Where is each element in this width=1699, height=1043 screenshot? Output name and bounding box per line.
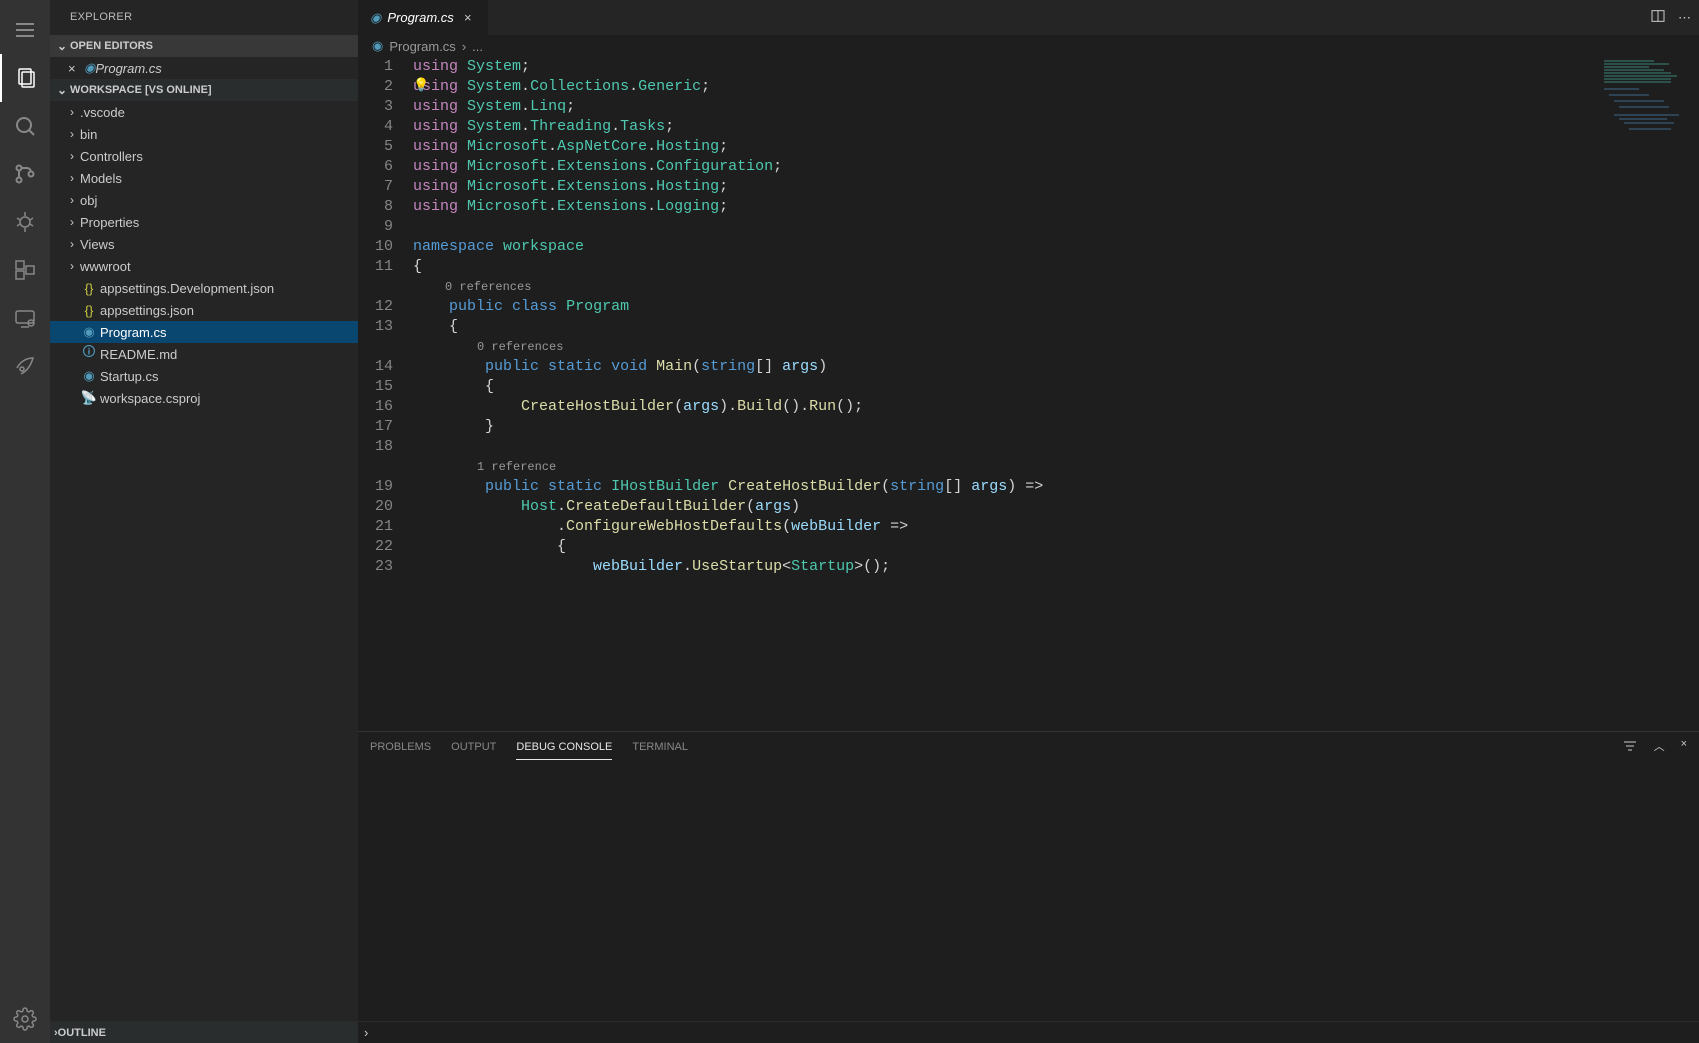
panel-tab-problems[interactable]: PROBLEMS [370, 735, 431, 759]
csharp-file-icon: ◉ [372, 38, 383, 54]
csharp-file-icon: ◉ [84, 60, 95, 76]
outline-header[interactable]: › OUTLINE [50, 1021, 358, 1043]
close-icon[interactable]: × [68, 61, 84, 76]
xml-file-icon: 📡 [80, 390, 98, 406]
panel-tab-terminal[interactable]: TERMINAL [632, 735, 688, 759]
chevron-right-icon: › [64, 237, 80, 251]
panel-tab-debug-console[interactable]: DEBUG CONSOLE [516, 735, 612, 760]
liveshare-icon[interactable] [0, 342, 50, 390]
chevron-down-icon: ⌄ [54, 83, 70, 97]
folder-Controllers[interactable]: ›Controllers [50, 145, 358, 167]
file-README.md[interactable]: 🛈README.md [50, 343, 358, 365]
status-bar: › [358, 1021, 1699, 1043]
editor-tabs: ◉ Program.cs × ⋯ [358, 0, 1699, 35]
close-icon[interactable]: × [460, 10, 476, 25]
json-file-icon: {} [80, 303, 98, 318]
chevron-up-icon[interactable]: ︿ [1654, 738, 1665, 757]
chevron-right-icon: › [64, 193, 80, 207]
panel-tab-output[interactable]: OUTPUT [451, 735, 496, 759]
chevron-right-icon: › [64, 215, 80, 229]
folder-Properties[interactable]: ›Properties [50, 211, 358, 233]
search-icon[interactable] [0, 102, 50, 150]
tab-program-cs[interactable]: ◉ Program.cs × [358, 0, 489, 35]
debug-icon[interactable] [0, 198, 50, 246]
breadcrumbs[interactable]: ◉ Program.cs › ... [358, 35, 1699, 57]
cs-file-icon: ◉ [80, 368, 98, 384]
sidebar-title: EXPLORER [50, 0, 358, 35]
explorer-sidebar: EXPLORER ⌄ OPEN EDITORS × ◉ Program.cs ⌄… [50, 0, 358, 1043]
menu-icon[interactable] [0, 6, 50, 54]
chevron-down-icon: ⌄ [54, 39, 70, 53]
code-content[interactable]: using System;using System.Collections.Ge… [413, 57, 1699, 577]
cs-file-icon: ◉ [80, 324, 98, 340]
csharp-file-icon: ◉ [370, 10, 381, 26]
open-editors-header[interactable]: ⌄ OPEN EDITORS [50, 35, 358, 57]
chevron-right-icon: › [64, 105, 80, 119]
chevron-right-icon: › [64, 127, 80, 141]
remote-icon[interactable] [0, 294, 50, 342]
file-Program.cs[interactable]: ◉Program.cs [50, 321, 358, 343]
json-file-icon: {} [80, 281, 98, 296]
workspace-header[interactable]: ⌄ WORKSPACE [VS ONLINE] [50, 79, 358, 101]
extensions-icon[interactable] [0, 246, 50, 294]
split-editor-icon[interactable] [1650, 8, 1666, 27]
chevron-right-icon[interactable]: › [364, 1025, 382, 1040]
folder-Views[interactable]: ›Views [50, 233, 358, 255]
panel-content[interactable] [358, 762, 1699, 1021]
md-file-icon: 🛈 [80, 343, 98, 365]
bottom-panel: PROBLEMS OUTPUT DEBUG CONSOLE TERMINAL ︿ × [358, 731, 1699, 1021]
folder-.vscode[interactable]: ›.vscode [50, 101, 358, 123]
lightbulb-icon[interactable]: 💡 [413, 77, 429, 93]
folder-wwwroot[interactable]: ›wwwroot [50, 255, 358, 277]
folder-Models[interactable]: ›Models [50, 167, 358, 189]
chevron-right-icon: › [64, 259, 80, 273]
folder-bin[interactable]: ›bin [50, 123, 358, 145]
file-workspace.csproj[interactable]: 📡workspace.csproj [50, 387, 358, 409]
file-appsettings.json[interactable]: {}appsettings.json [50, 299, 358, 321]
folder-obj[interactable]: ›obj [50, 189, 358, 211]
panel-tabs: PROBLEMS OUTPUT DEBUG CONSOLE TERMINAL ︿ × [358, 732, 1699, 762]
explorer-icon[interactable] [0, 54, 50, 102]
more-icon[interactable]: ⋯ [1678, 10, 1691, 26]
close-icon[interactable]: × [1681, 738, 1687, 757]
settings-gear-icon[interactable] [0, 995, 50, 1043]
chevron-right-icon: › [64, 149, 80, 163]
filter-icon[interactable] [1622, 738, 1638, 757]
file-Startup.cs[interactable]: ◉Startup.cs [50, 365, 358, 387]
file-tree: ›.vscode›bin›Controllers›Models›obj›Prop… [50, 101, 358, 1021]
minimap[interactable] [1599, 57, 1699, 157]
open-editor-item[interactable]: × ◉ Program.cs [50, 57, 358, 79]
chevron-right-icon: › [64, 171, 80, 185]
activity-bar [0, 0, 50, 1043]
line-number-gutter: 1234567891011121314151617181920212223 [358, 57, 413, 577]
file-appsettings.Development.json[interactable]: {}appsettings.Development.json [50, 277, 358, 299]
code-editor[interactable]: 💡 1234567891011121314151617181920212223 … [358, 57, 1699, 731]
source-control-icon[interactable] [0, 150, 50, 198]
